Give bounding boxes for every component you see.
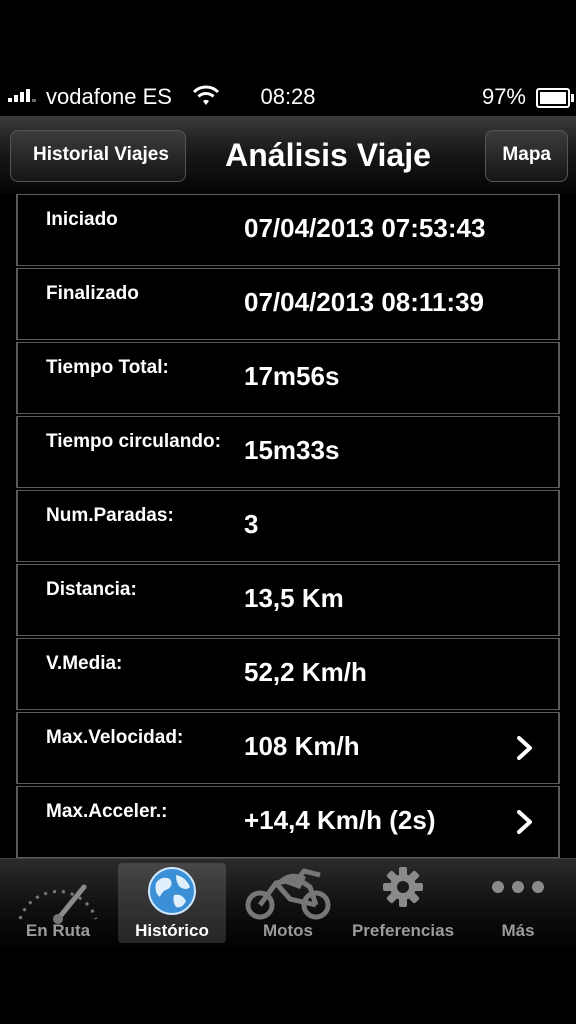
tab-label: Más (501, 921, 535, 940)
row-tiempo-total: Tiempo Total: 17m56s (16, 342, 560, 414)
row-label: Iniciado (46, 209, 118, 230)
tab-label: Histórico (135, 921, 209, 940)
row-num-paradas: Num.Paradas: 3 (16, 490, 560, 562)
row-label: Finalizado (46, 283, 139, 304)
tab-preferencias[interactable]: Preferencias (346, 863, 460, 943)
navigation-bar: Historial Viajes Análisis Viaje Mapa (0, 116, 576, 195)
row-value: 13,5 Km (244, 583, 344, 613)
speedometer-icon (18, 884, 98, 924)
row-distancia: Distancia: 13,5 Km (16, 564, 560, 636)
back-button[interactable]: Historial Viajes (10, 130, 186, 182)
row-value: 52,2 Km/h (244, 657, 367, 687)
row-label: V.Media: (46, 653, 123, 674)
motorcycle-icon (245, 868, 331, 920)
chevron-right-icon (517, 736, 532, 760)
row-max-acceler[interactable]: Max.Acceler.: +14,4 Km/h (2s) (16, 786, 560, 858)
row-value: +14,4 Km/h (2s) (244, 805, 436, 835)
battery-percent: 97% (481, 84, 526, 109)
row-tiempo-circulando: Tiempo circulando: 15m33s (16, 416, 560, 488)
page-title: Análisis Viaje (225, 137, 431, 173)
row-iniciado: Iniciado 07/04/2013 07:53:43 (16, 194, 560, 266)
tab-label: Motos (262, 921, 314, 940)
row-label: Max.Acceler.: (46, 801, 168, 822)
tab-en-ruta[interactable]: En Ruta (4, 863, 112, 943)
globe-icon (148, 867, 196, 915)
row-value: 07/04/2013 07:53:43 (244, 213, 486, 243)
row-finalizado: Finalizado 07/04/2013 08:11:39 (16, 268, 560, 340)
map-button[interactable]: Mapa (485, 130, 568, 182)
row-label: Num.Paradas: (46, 505, 174, 526)
row-value: 108 Km/h (244, 731, 360, 761)
row-value: 17m56s (244, 361, 340, 391)
tab-label: En Ruta (25, 921, 91, 940)
trip-details-table: Iniciado 07/04/2013 07:53:43 Finalizado … (16, 194, 560, 858)
row-value: 3 (244, 509, 259, 539)
battery-icon (536, 88, 574, 108)
tab-label: Preferencias (351, 921, 455, 940)
row-v-media: V.Media: 52,2 Km/h (16, 638, 560, 710)
tab-bar: En Ruta Histórico Motos Preferencias Más (0, 858, 576, 951)
tab-motos[interactable]: Motos (234, 863, 342, 943)
row-label: Max.Velocidad: (46, 727, 184, 748)
row-value: 07/04/2013 08:11:39 (244, 287, 484, 317)
row-max-velocidad[interactable]: Max.Velocidad: 108 Km/h (16, 712, 560, 784)
chevron-right-icon (517, 810, 532, 834)
gear-icon (383, 867, 423, 907)
tab-historico[interactable]: Histórico (118, 863, 226, 943)
more-icon (492, 881, 544, 893)
row-label: Distancia: (46, 579, 137, 600)
row-label: Tiempo circulando: (46, 431, 221, 452)
status-bar: vodafone ES 08:28 97% (0, 80, 576, 114)
tab-mas[interactable]: Más (464, 863, 572, 943)
row-value: 15m33s (244, 435, 340, 465)
row-label: Tiempo Total: (46, 357, 169, 378)
